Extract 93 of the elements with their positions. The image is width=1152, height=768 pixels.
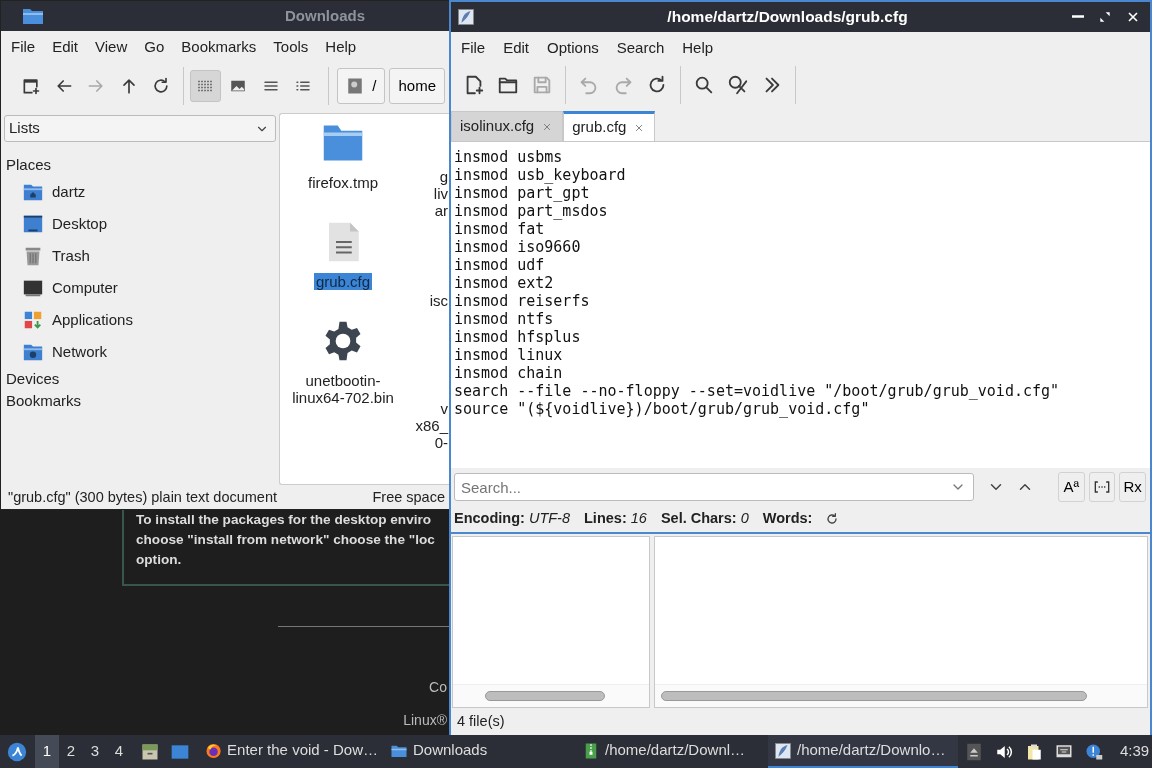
file-name[interactable]: liv [433, 185, 448, 202]
workspace-button[interactable]: 4 [107, 735, 131, 768]
regex-button[interactable]: Rx [1119, 472, 1146, 502]
feather-icon [457, 8, 475, 26]
path-button[interactable]: / [337, 68, 386, 104]
file-name[interactable]: unetbootin- [305, 372, 381, 389]
minimize-icon [1072, 14, 1084, 18]
find-replace-icon [727, 74, 749, 96]
code-line: insmod udf [454, 256, 545, 274]
sidebar-item[interactable]: Computer [52, 276, 118, 300]
save-icon [531, 74, 553, 96]
status-text: Sel. Chars: 0 [660, 509, 749, 529]
file-name[interactable]: g [439, 168, 448, 185]
search-icon [693, 74, 715, 96]
workspace-button[interactable]: 1 [35, 735, 59, 768]
menu-item[interactable]: Options [541, 36, 611, 60]
start-menu-icon [6, 740, 28, 763]
file-name[interactable]: firefox.tmp [308, 174, 378, 191]
paragraph: To install the packages for the desktop enviro choose "install from network" choose the "loc option. [136, 511, 436, 569]
grid-view-button[interactable] [190, 70, 221, 102]
sidebar-item[interactable]: dartz [52, 180, 86, 204]
code-line: insmod fat [454, 220, 545, 238]
desktop-icon [22, 213, 44, 235]
drive-icon [346, 77, 365, 95]
menu-item[interactable]: Tools [267, 35, 320, 59]
menu-item[interactable]: Search [610, 36, 677, 60]
status-text: "grub.cfg" (300 bytes) plain text document [8, 488, 278, 507]
file-name[interactable]: linux64-702.bin [292, 389, 394, 406]
file-name[interactable]: v [440, 400, 448, 417]
menu-item[interactable]: Help [676, 36, 726, 60]
code-line: insmod part_gpt [454, 184, 590, 202]
search-field[interactable]: Search... [454, 473, 974, 501]
window-title: Downloads [285, 5, 365, 26]
menu-item[interactable]: File [5, 35, 47, 59]
menu-item[interactable]: Edit [46, 35, 90, 59]
taskbar-button[interactable]: /home/dartz/Downlo… [768, 735, 958, 768]
status-text: Lines: 16 [584, 509, 647, 529]
window-title: /home/dartz/Downloads/grub.cfg [667, 7, 908, 28]
workspace-button[interactable]: 3 [83, 735, 107, 768]
sidebar-item[interactable]: Applications [52, 308, 133, 332]
match-case-button[interactable]: Aª [1058, 472, 1085, 502]
feather-icon [774, 741, 792, 760]
status-text: Free space [372, 488, 445, 507]
code-line: insmod chain [454, 364, 563, 382]
new-tab-icon [21, 76, 42, 96]
clock: 4:39 [1120, 741, 1150, 762]
code-line: search --file --no-floppy --set=voidlive "/boot/grub/grub_void.cfg" [454, 382, 1060, 400]
footer-text: Co [429, 678, 447, 697]
taskbar-button[interactable]: Downloads [384, 735, 576, 768]
file-name[interactable]: isc [429, 292, 448, 309]
menu-item[interactable]: View [89, 35, 139, 59]
dropdown[interactable]: Lists [4, 115, 276, 142]
sidebar-item[interactable]: Desktop [52, 212, 108, 236]
file-name[interactable]: x86_ [415, 417, 448, 434]
menu-item[interactable]: Help [319, 35, 368, 59]
code-line: insmod linux [454, 346, 563, 364]
footer-text: Linux® [403, 711, 447, 730]
scrollbar[interactable] [485, 691, 605, 701]
taskbar-button[interactable]: Enter the void - Dow… [199, 735, 384, 768]
menu-item[interactable]: Go [138, 35, 176, 59]
section-header: Devices [5, 369, 60, 389]
code-line: insmod part_msdos [454, 202, 608, 220]
workspace-button[interactable]: 2 [59, 735, 83, 768]
globe-fox-icon [205, 741, 223, 760]
path-button[interactable]: home [389, 68, 445, 104]
tab[interactable]: isolinux.cfg [451, 111, 564, 141]
file-name[interactable]: grub.cfg [313, 273, 373, 290]
menu-item[interactable]: Bookmarks [175, 35, 268, 59]
code-line: insmod iso9660 [454, 238, 581, 256]
status-text: Encoding: UTF-8 [454, 509, 570, 529]
code-line: insmod ntfs [454, 310, 554, 328]
code-line: source "(${voidlive})/boot/grub/grub_void.cfg" [454, 400, 870, 418]
menu-item[interactable]: Edit [497, 36, 542, 60]
code-line: insmod usb_keyboard [454, 166, 626, 184]
whole-word-button[interactable] [1088, 472, 1116, 502]
code-line: insmod hfsplus [454, 328, 581, 346]
sidebar-item[interactable]: Trash [52, 244, 90, 268]
section-header: Places [5, 155, 52, 175]
file-name[interactable]: 0- [434, 434, 448, 451]
scrollbar[interactable] [661, 691, 1087, 701]
status-text: Words: [762, 509, 813, 529]
code-line: insmod usbms [454, 148, 563, 166]
code-line: insmod reiserfs [454, 292, 590, 310]
code-line: insmod ext2 [454, 274, 554, 292]
applications-icon [22, 309, 44, 331]
maximize-icon [1097, 9, 1113, 25]
sidebar-item[interactable]: Network [52, 340, 107, 364]
status-text: 4 file(s) [457, 711, 505, 731]
file-name[interactable]: ar [434, 202, 448, 219]
taskbar-button[interactable]: /home/dartz/Downl… [576, 735, 768, 768]
section-header: Bookmarks [5, 391, 82, 411]
tab[interactable]: grub.cfg [563, 111, 656, 141]
menu-item[interactable]: File [455, 36, 498, 60]
